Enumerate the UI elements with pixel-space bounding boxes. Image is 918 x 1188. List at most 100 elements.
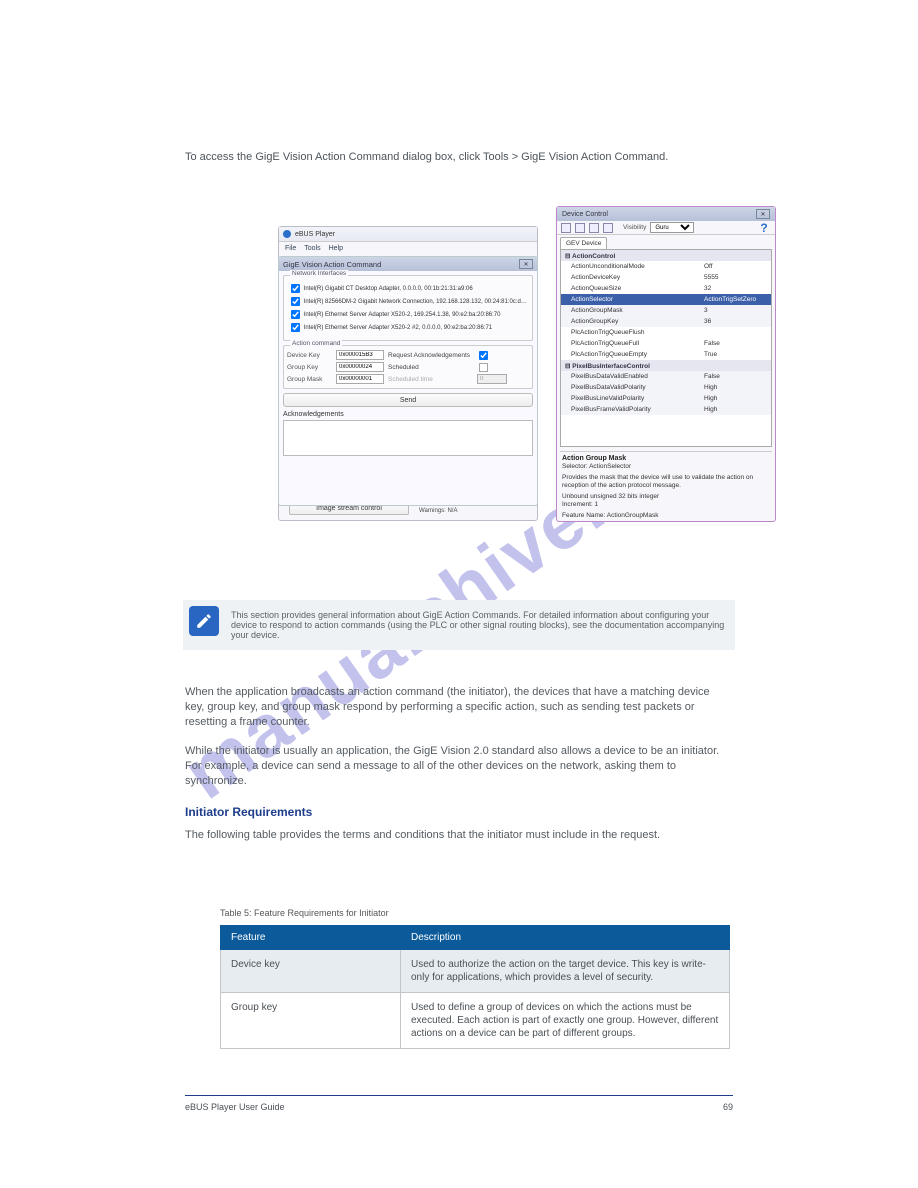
help-pane: Action Group Mask Selector: ActionSelect… [560,451,772,520]
property-value: True [701,351,771,358]
device-key-label: Device Key [287,352,332,359]
property-value: 32 [701,285,771,292]
note-box: This section provides general informatio… [183,600,735,650]
th-feature: Feature [221,926,401,950]
property-name: ActionDeviceKey [561,274,701,281]
property-row[interactable]: PlcActionTrigQueueFlush [561,327,771,338]
refresh-icon[interactable] [603,223,613,233]
property-tree[interactable]: ⊟ ActionControlActionUnconditionalModeOf… [560,249,772,447]
nif-checkbox[interactable] [291,323,300,332]
nif-text: Intel(R) Gigabit CT Desktop Adapter, 0.0… [304,286,473,292]
menu-file[interactable]: File [285,245,296,252]
table-row: Device key Used to authorize the action … [221,950,730,993]
network-interfaces-group: Network Interfaces Intel(R) Gigabit CT D… [283,275,533,341]
property-value: False [701,340,771,347]
property-value: 3 [701,307,771,314]
nif-checkbox[interactable] [291,310,300,319]
table-row: Group key Used to define a group of devi… [221,993,730,1049]
property-value: Off [701,263,771,270]
action-dialog-titlebar: GigE Vision Action Command ✕ [279,257,537,271]
request-ack-checkbox[interactable] [479,350,488,359]
property-name: PixelBusFrameValidPolarity [561,406,701,413]
property-name: PixelBusDataValidEnabled [561,373,701,380]
table-caption: Table 5: Feature Requirements for Initia… [220,908,389,918]
property-row[interactable]: PlcActionTrigQueueFullFalse [561,338,771,349]
scheduled-time-input [477,374,507,384]
ack-textarea[interactable] [283,420,533,456]
property-row[interactable]: ActionGroupMask3 [561,305,771,316]
property-row[interactable]: PixelBusFrameValidPolarityHigh [561,404,771,415]
status-warning: Warnings: N/A [419,507,496,515]
action-dialog-title: GigE Vision Action Command [283,260,381,269]
property-row[interactable]: ActionUnconditionalModeOff [561,261,771,272]
device-toolbar: Visibility Guru ? [557,221,775,235]
property-row[interactable]: PixelBusLineValidPolarityHigh [561,393,771,404]
scheduled-label: Scheduled [388,364,473,371]
scheduled-checkbox[interactable] [479,362,488,371]
property-name: ActionSelector [561,296,701,303]
section-heading: Initiator Requirements [185,805,730,820]
help-icon[interactable]: ? [757,221,771,235]
group-key-input[interactable] [336,362,384,372]
help-type: Unbound unsigned 32 bits integer [562,493,770,501]
help-desc: Provides the mask that the device will u… [562,474,770,490]
body-p1: When the application broadcasts an actio… [185,685,730,730]
property-category[interactable]: ⊟ ActionControl [561,250,771,261]
property-value: 36 [701,318,771,325]
note-icon [189,606,219,636]
property-row[interactable]: PixelBusDataValidPolarityHigh [561,382,771,393]
note-text: This section provides general informatio… [231,610,724,640]
action-dialog-close-button[interactable]: ✕ [519,259,533,269]
nif-item[interactable]: Intel(R) 82566DM-2 Gigabit Network Conne… [289,295,527,308]
property-name: PixelBusLineValidPolarity [561,395,701,402]
device-close-button[interactable]: ✕ [756,209,770,219]
property-row[interactable]: ActionQueueSize32 [561,283,771,294]
visibility-select[interactable]: Guru [650,222,694,233]
visibility-label: Visibility [623,224,646,231]
nif-checkbox[interactable] [291,297,300,306]
property-row[interactable]: PixelBusDataValidEnabledFalse [561,371,771,382]
property-name: ActionGroupKey [561,318,701,325]
ebus-titlebar: eBUS Player [279,227,537,242]
toolbar-icon[interactable] [589,223,599,233]
property-name: PlcActionTrigQueueFull [561,340,701,347]
nif-item[interactable]: Intel(R) Ethernet Server Adapter X520-2,… [289,308,527,321]
device-title: Device Control [562,211,608,218]
group-mask-label: Group Mask [287,376,332,383]
property-category[interactable]: ⊟ PixelBusInterfaceControl [561,360,771,371]
device-key-input[interactable] [336,350,384,360]
footer-page-number: 69 [723,1102,733,1112]
tab-gev-device[interactable]: GEV Device [560,237,607,249]
body-p2: While the initiator is usually an applic… [185,744,730,789]
group-mask-row: Group Mask Scheduled time [287,373,529,385]
nif-item[interactable]: Intel(R) Ethernet Server Adapter X520-2 … [289,321,527,334]
cell-feature: Device key [221,950,401,993]
intro-paragraph: To access the GigE Vision Action Command… [185,150,730,165]
cell-feature: Group key [221,993,401,1049]
menu-help[interactable]: Help [329,245,343,252]
property-value: High [701,384,771,391]
property-row[interactable]: ActionGroupKey36 [561,316,771,327]
menu-tools[interactable]: Tools [304,245,320,252]
property-row[interactable]: PlcActionTrigQueueEmptyTrue [561,349,771,360]
toolbar-icon[interactable] [561,223,571,233]
property-name: PlcActionTrigQueueEmpty [561,351,701,358]
nif-checkbox[interactable] [291,284,300,293]
property-row[interactable]: ActionDeviceKey5555 [561,272,771,283]
toolbar-icon[interactable] [575,223,585,233]
property-row[interactable]: ActionSelectorActionTrigSetZero [561,294,771,305]
note-region: This section provides general informatio… [183,600,735,650]
property-value: False [701,373,771,380]
cell-desc: Used to define a group of devices on whi… [401,993,730,1049]
intro-text: To access the GigE Vision Action Command… [185,150,730,165]
ack-group: Acknowledgements [283,411,533,456]
ebus-title: eBUS Player [295,231,335,238]
nif-item[interactable]: Intel(R) Gigabit CT Desktop Adapter, 0.0… [289,282,527,295]
property-name: ActionQueueSize [561,285,701,292]
send-button[interactable]: Send [283,393,533,407]
network-interfaces-list: Intel(R) Gigabit CT Desktop Adapter, 0.0… [287,279,529,337]
device-titlebar: Device Control ✕ [557,207,775,221]
nif-text: Intel(R) 82566DM-2 Gigabit Network Conne… [304,299,527,305]
group-mask-input[interactable] [336,374,384,384]
body-p3: The following table provides the terms a… [185,828,730,843]
